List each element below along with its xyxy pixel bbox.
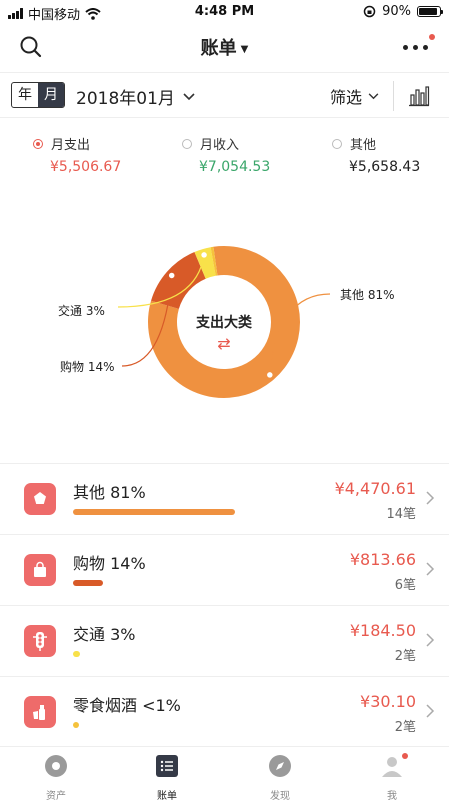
compass-icon	[269, 755, 291, 777]
chevron-down-icon	[368, 92, 379, 99]
tab-label: 我	[387, 791, 397, 800]
chevron-right-icon	[426, 704, 435, 718]
donut-slice-shopping[interactable]	[151, 251, 206, 309]
radio-selected-icon	[33, 138, 43, 149]
summary-income[interactable]: 月收入 ¥7,054.53	[182, 134, 270, 175]
category-row-other[interactable]: 其他 81% ¥4,470.61 14笔	[0, 463, 449, 534]
month-picker[interactable]: 2018年01月	[76, 84, 195, 109]
category-name: 零食烟酒 <1%	[73, 696, 181, 715]
tab-assets[interactable]: 资产	[26, 753, 86, 800]
category-row-shopping[interactable]: 购物 14% ¥813.66 6笔	[0, 534, 449, 605]
slice-label-transport: 交通 3%	[58, 304, 105, 318]
more-menu-button[interactable]	[403, 34, 435, 58]
radio-unselected-icon	[182, 138, 192, 149]
notification-dot	[429, 34, 435, 40]
month-toggle-button[interactable]: 月	[38, 83, 64, 107]
tab-profile[interactable]: 我	[362, 753, 422, 800]
tab-label: 资产	[46, 791, 66, 800]
category-name: 交通 3%	[73, 625, 136, 644]
profile-icon	[382, 757, 402, 777]
status-right: 90%	[363, 4, 443, 19]
tab-discover[interactable]: 发现	[250, 753, 310, 800]
category-count: 14笔	[386, 507, 416, 522]
page-title: 账单	[200, 38, 237, 59]
category-share-bar	[73, 651, 80, 657]
summary-expense[interactable]: 月支出 ¥5,506.67	[33, 134, 121, 175]
category-name: 其他 81%	[73, 483, 146, 502]
category-count: 2笔	[394, 649, 416, 664]
leader-dot	[167, 271, 176, 280]
donut-center[interactable]: 支出大类 ⇄	[174, 312, 274, 353]
caret-down-icon: ▼	[240, 43, 249, 55]
tab-label: 账单	[157, 791, 177, 800]
category-amount: ¥4,470.61	[334, 479, 416, 498]
summary-label: 月收入	[200, 138, 240, 153]
chevron-right-icon	[426, 562, 435, 576]
leader-dot	[199, 250, 209, 260]
category-count: 2笔	[394, 720, 416, 735]
traffic-light-icon	[24, 625, 56, 657]
chevron-down-icon	[183, 92, 195, 100]
chevron-right-icon	[426, 633, 435, 647]
selected-month: 2018年01月	[76, 89, 175, 109]
radio-unselected-icon	[332, 138, 342, 149]
star-icon	[24, 483, 56, 515]
notification-dot	[402, 753, 408, 759]
toolbar-divider	[393, 81, 394, 111]
category-share-bar	[73, 580, 103, 586]
summary-label: 月支出	[51, 138, 91, 153]
category-share-bar	[73, 509, 235, 515]
chevron-right-icon	[426, 491, 435, 505]
tab-label: 发现	[270, 791, 290, 800]
category-count: 6笔	[394, 578, 416, 593]
category-amount: ¥813.66	[349, 550, 416, 569]
summary-value: ¥5,506.67	[50, 159, 122, 175]
category-amount: ¥30.10	[360, 692, 416, 711]
filter-button[interactable]: 筛选	[330, 84, 379, 108]
category-row-transport[interactable]: 交通 3% ¥184.50 2笔	[0, 605, 449, 676]
swap-icon: ⇄	[217, 334, 231, 353]
tab-bills[interactable]: 账单	[137, 753, 197, 800]
year-toggle-button[interactable]: 年	[12, 83, 38, 107]
summary-other[interactable]: 其他 ¥5,658.43	[332, 134, 420, 175]
bar-chart-icon[interactable]	[408, 85, 430, 107]
filter-label: 筛选	[330, 88, 363, 107]
summary-label: 其他	[350, 138, 377, 153]
summary-value: ¥5,658.43	[349, 159, 421, 175]
donut-center-title: 支出大类	[196, 315, 252, 331]
status-bar: 中国移动 4:48 PM 90%	[0, 0, 449, 24]
category-list: 其他 81% ¥4,470.61 14笔 购物 14% ¥813.66 6笔 交…	[0, 463, 449, 747]
monthly-summary: 月支出 ¥5,506.67 月收入 ¥7,054.53 其他 ¥5,658.43	[0, 134, 449, 184]
rotation-lock-icon	[363, 5, 376, 18]
period-toggle: 年 月	[11, 82, 65, 108]
category-row-snacks[interactable]: 零食烟酒 <1% ¥30.10 2笔	[0, 676, 449, 747]
more-dots-icon	[403, 45, 428, 50]
battery-percent: 90%	[382, 4, 411, 19]
slice-label-other: 其他 81%	[340, 288, 395, 302]
leader-dot	[265, 370, 275, 380]
slice-label-shopping: 购物 14%	[60, 360, 115, 374]
bill-list-icon	[156, 755, 178, 777]
bill-title-dropdown[interactable]: 账单 ▼	[0, 34, 449, 60]
asset-icon	[45, 755, 67, 777]
shopping-bag-icon	[24, 554, 56, 586]
category-share-bar	[73, 722, 79, 728]
nav-bar: 账单 ▼	[0, 24, 449, 70]
battery-icon	[417, 6, 443, 17]
bottom-tab-bar: 资产 账单 发现 我	[0, 746, 449, 800]
category-name: 购物 14%	[73, 554, 146, 573]
snack-icon	[24, 696, 56, 728]
summary-value: ¥7,054.53	[199, 159, 271, 175]
category-amount: ¥184.50	[349, 621, 416, 640]
period-toolbar: 年 月 2018年01月 筛选	[0, 72, 449, 118]
expense-donut-chart[interactable]: 支出大类 ⇄ 其他 81% 购物 14% 交通 3%	[0, 200, 449, 450]
